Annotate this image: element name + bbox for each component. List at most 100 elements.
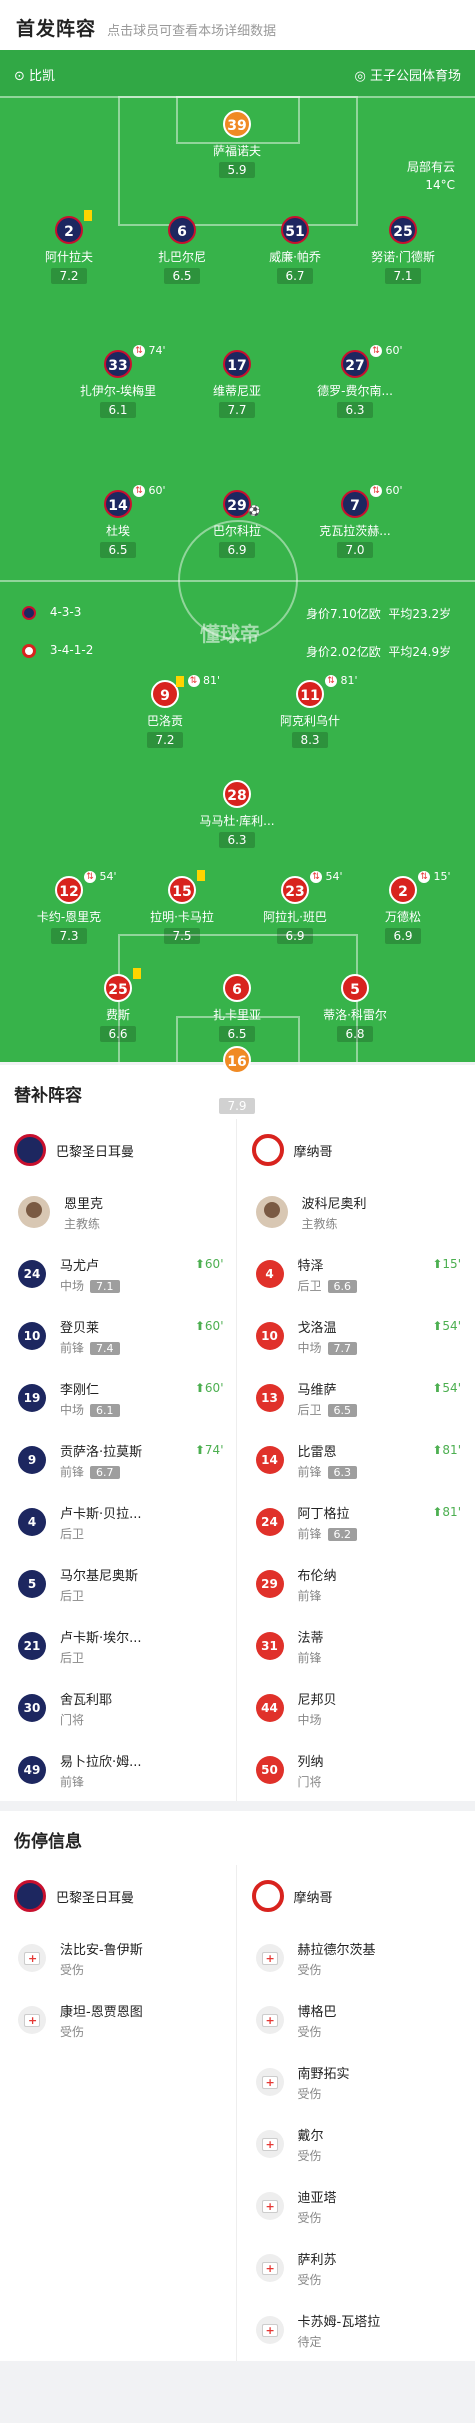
substitution-icon: ⇅ xyxy=(187,675,200,687)
injury-row[interactable]: + 赫拉德尔茨基 受伤 xyxy=(246,1927,468,1989)
sub-in-arrow-icon: ⬆ xyxy=(194,1381,205,1395)
goal-ball-icon: ⚽ xyxy=(248,506,261,517)
coach-row[interactable]: 波科尼奥利 主教练 xyxy=(246,1181,468,1243)
player-name: 阿丁格拉 xyxy=(297,1506,350,1522)
player-card[interactable]: 17 维蒂尼亚 7.7 xyxy=(182,350,292,418)
injury-row[interactable]: + 卡苏姆-瓦塔拉 待定 xyxy=(246,2299,468,2361)
away-team-row: 摩纳哥 xyxy=(246,1865,468,1927)
player-card[interactable]: ⇅ 15' 2 万德松 6.9 xyxy=(348,870,458,944)
sub-in-minute: ⬆54' xyxy=(432,1381,461,1395)
substitution-icon: ⇅ xyxy=(370,485,382,497)
injury-status: 受伤 xyxy=(297,2210,322,2225)
sub-in-minute: ⬆74' xyxy=(194,1443,224,1457)
substitute-row[interactable]: 4 特泽 后卫 6.6 ⬆15' xyxy=(246,1243,468,1305)
player-card[interactable]: ⚽ 29 巴尔科拉 6.9 xyxy=(182,490,292,558)
coach-avatar xyxy=(255,1196,288,1228)
substitute-row[interactable]: 4 卢卡斯·贝拉... 后卫 xyxy=(8,1491,230,1553)
player-card[interactable]: ⇅ 60' 7 克瓦拉茨赫... 7.0 xyxy=(300,484,410,558)
substitute-row[interactable]: 30 舍瓦利耶 门将 xyxy=(8,1677,230,1739)
player-card[interactable]: 25 费斯 6.6 xyxy=(63,968,173,1042)
injury-row[interactable]: + 南野拓实 受伤 xyxy=(246,2051,468,2113)
substitute-row[interactable]: 9 贡萨洛·拉莫斯 前锋 6.7 ⬆74' xyxy=(8,1429,230,1491)
match-info-bar: ⊙ 比凯 ◎ 王子公园体育场 xyxy=(0,50,475,96)
player-card[interactable]: 5 蒂洛·科雷尔 6.8 xyxy=(300,974,410,1042)
injury-status: 受伤 xyxy=(60,2024,85,2039)
lineup-header: 首发阵容 点击球员可查看本场详细数据 xyxy=(0,0,475,50)
medical-kit-icon: + xyxy=(255,2254,284,2282)
injury-row[interactable]: + 博格巴 受伤 xyxy=(246,1989,468,2051)
substitute-row[interactable]: 19 李刚仁 中场 6.1 ⬆60' xyxy=(8,1367,230,1429)
venue-name: 王子公园体育场 xyxy=(369,69,461,84)
medical-kit-icon: + xyxy=(255,2130,284,2158)
substitute-row[interactable]: 10 登贝莱 前锋 7.4 ⬆60' xyxy=(8,1305,230,1367)
away-team-summary: 3-4-1-2 身价2.02亿欧 平均24.9岁 xyxy=(22,643,462,659)
player-rating: 6.7 xyxy=(90,1465,120,1479)
monaco-logo-icon xyxy=(22,643,36,658)
player-card[interactable]: 6 扎巴尔尼 6.5 xyxy=(127,216,237,284)
player-card[interactable]: ⇅ 54' 12 卡约-恩里克 7.3 xyxy=(14,870,124,944)
injury-row[interactable]: + 戴尔 受伤 xyxy=(246,2113,468,2175)
injury-row[interactable]: + 康坦-恩贾恩图 受伤 xyxy=(8,1989,230,2051)
medical-kit-icon: + xyxy=(255,2006,284,2034)
player-card[interactable]: 16 库恩 7.9 xyxy=(182,1046,292,1114)
jersey-number: 44 xyxy=(255,1694,284,1722)
home-team-summary: 4-3-3 身价7.10亿欧 平均23.2岁 xyxy=(22,605,462,621)
player-position: 后卫 xyxy=(60,1526,85,1541)
psg-logo-icon xyxy=(22,605,36,620)
player-card[interactable]: 51 威廉·帕乔 6.7 xyxy=(240,216,350,284)
coach-row[interactable]: 恩里克 主教练 xyxy=(8,1181,230,1243)
player-card[interactable]: 15 拉明·卡马拉 7.5 xyxy=(127,870,237,944)
player-position: 前锋 xyxy=(60,1774,85,1789)
sub-in-arrow-icon: ⬆ xyxy=(432,1381,443,1395)
substitute-row[interactable]: 10 戈洛温 中场 7.7 ⬆54' xyxy=(246,1305,468,1367)
player-card[interactable]: ⇅ 60' 14 杜埃 6.5 xyxy=(63,484,173,558)
player-name: 比雷恩 xyxy=(297,1444,337,1460)
medical-kit-icon: + xyxy=(255,1944,284,1972)
player-card[interactable]: ⇅ 81' 9 巴洛贡 7.2 xyxy=(110,674,220,748)
substitute-row[interactable]: 24 马尤卢 中场 7.1 ⬆60' xyxy=(8,1243,230,1305)
substitute-row[interactable]: 50 列纳 门将 xyxy=(246,1739,468,1801)
jersey-number: 21 xyxy=(18,1632,46,1660)
player-card[interactable]: 6 扎卡里亚 6.5 xyxy=(182,974,292,1042)
player-name: 卢卡斯·贝拉... xyxy=(60,1506,142,1522)
page-subtitle: 点击球员可查看本场详细数据 xyxy=(107,24,277,39)
player-position: 中场 xyxy=(60,1278,85,1293)
substitute-row[interactable]: 14 比雷恩 前锋 6.3 ⬆81' xyxy=(246,1429,468,1491)
player-card[interactable]: ⇅ 74' 33 扎伊尔-埃梅里 6.1 xyxy=(63,344,173,418)
injury-row[interactable]: + 萨利苏 受伤 xyxy=(246,2237,468,2299)
player-card[interactable]: ⇅ 60' 27 德罗-费尔南... 6.3 xyxy=(300,344,410,418)
injury-row[interactable]: + 迪亚塔 受伤 xyxy=(246,2175,468,2237)
substitution-icon: ⇅ xyxy=(84,871,96,883)
sub-in-minute: ⬆15' xyxy=(432,1257,461,1271)
player-name: 布伦纳 xyxy=(297,1568,337,1584)
player-name: 舍瓦利耶 xyxy=(60,1692,113,1708)
whistle-icon: ⊙ xyxy=(14,69,25,84)
substitute-row[interactable]: 31 法蒂 前锋 xyxy=(246,1615,468,1677)
jersey-number: 31 xyxy=(255,1632,284,1660)
jersey-number: 10 xyxy=(255,1322,284,1350)
substitute-row[interactable]: 13 马维萨 后卫 6.5 ⬆54' xyxy=(246,1367,468,1429)
jersey-number: 50 xyxy=(255,1756,284,1784)
player-card[interactable]: 28 马马杜·库利... 6.3 xyxy=(182,780,292,848)
substitute-row[interactable]: 24 阿丁格拉 前锋 6.2 ⬆81' xyxy=(246,1491,468,1553)
player-card[interactable]: ⇅ 81' 11 阿克利乌什 8.3 xyxy=(255,674,365,748)
injury-row[interactable]: + 法比安-鲁伊斯 受伤 xyxy=(8,1927,230,1989)
jersey-number: 49 xyxy=(18,1756,46,1784)
player-card[interactable]: ⇅ 54' 23 阿拉扎·班巴 6.9 xyxy=(240,870,350,944)
substitute-row[interactable]: 44 尼邦贝 中场 xyxy=(246,1677,468,1739)
substitute-row[interactable]: 29 布伦纳 前锋 xyxy=(246,1553,468,1615)
player-name: 康坦-恩贾恩图 xyxy=(60,2004,143,2020)
player-card[interactable]: 2 阿什拉夫 7.2 xyxy=(14,210,124,284)
player-position: 门将 xyxy=(60,1712,85,1727)
yellow-card-icon xyxy=(133,968,141,979)
substitute-row[interactable]: 21 卢卡斯·埃尔... 后卫 xyxy=(8,1615,230,1677)
player-card[interactable]: 25 努诺·门德斯 7.1 xyxy=(348,216,458,284)
jersey-number: 24 xyxy=(255,1508,284,1536)
substitute-row[interactable]: 5 马尔基尼奥斯 后卫 xyxy=(8,1553,230,1615)
player-name: 迪亚塔 xyxy=(297,2190,337,2206)
player-name: 南野拓实 xyxy=(297,2066,350,2082)
injury-status: 受伤 xyxy=(297,2272,322,2287)
player-rating: 7.4 xyxy=(90,1341,120,1355)
substitute-row[interactable]: 49 易卜拉欣·姆... 前锋 xyxy=(8,1739,230,1801)
player-card[interactable]: 39 萨福诺夫 5.9 xyxy=(182,110,292,178)
